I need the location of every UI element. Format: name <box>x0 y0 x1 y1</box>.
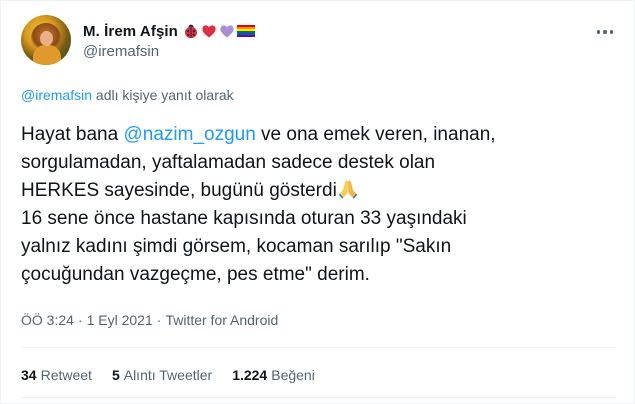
rainbow-flag-emoji-icon <box>236 25 255 37</box>
author-display-name[interactable]: M. İrem Afşin <box>83 23 178 40</box>
tweet-text-part1: Hayat bana <box>21 124 124 145</box>
tweet-text: Hayat bana @nazim_ozgun ve ona emek vere… <box>21 121 621 289</box>
quote-tweets-stat[interactable]: 5 Alıntı Tweetler <box>112 367 212 383</box>
red-heart-emoji-icon <box>202 25 216 38</box>
likes-stat[interactable]: 1.224 Beğeni <box>232 367 315 383</box>
divider <box>21 347 616 348</box>
author-handle[interactable]: @iremafsin <box>83 43 159 60</box>
reply-context: @iremafsin adlı kişiye yanıt olarak <box>21 87 234 103</box>
more-options-icon[interactable] <box>594 23 616 41</box>
reply-mention-link[interactable]: @iremafsin <box>21 87 92 103</box>
author-name-row: M. İrem Afşin <box>83 21 255 41</box>
divider <box>21 397 616 398</box>
tweet-source-link[interactable]: Twitter for Android <box>165 312 278 328</box>
meta-separator: · <box>77 312 83 328</box>
quote-tweets-label: Alıntı Tweetler <box>123 367 213 383</box>
folded-hands-emoji-icon <box>338 180 358 199</box>
tweet-stats: 34 Retweet 5 Alıntı Tweetler 1.224 Beğen… <box>21 367 315 383</box>
tweet-date-link[interactable]: 1 Eyl 2021 <box>87 312 153 328</box>
retweets-label: Retweet <box>40 367 92 383</box>
quote-tweets-count: 5 <box>111 367 120 383</box>
ladybug-emoji-icon <box>184 24 197 39</box>
avatar[interactable] <box>21 15 71 65</box>
reply-context-text: adlı kişiye yanıt olarak <box>92 87 234 103</box>
tweet-text-part3: 16 sene önce hastane kapısında oturan 33… <box>21 208 467 285</box>
retweets-count: 34 <box>21 367 37 383</box>
name-emojis <box>183 23 255 39</box>
meta-separator: · <box>156 312 162 328</box>
purple-heart-emoji-icon <box>220 25 234 38</box>
tweet-mention-link[interactable]: @nazim_ozgun <box>123 124 255 145</box>
likes-count: 1.224 <box>232 367 268 383</box>
tweet-card: M. İrem Afşin @iremafsin @iremafsin adlı… <box>0 0 635 404</box>
likes-label: Beğeni <box>271 367 315 383</box>
retweets-stat[interactable]: 34 Retweet <box>21 367 92 383</box>
tweet-meta: ÖÖ 3:24 · 1 Eyl 2021 · Twitter for Andro… <box>21 312 278 328</box>
tweet-time-link[interactable]: ÖÖ 3:24 <box>21 312 74 328</box>
